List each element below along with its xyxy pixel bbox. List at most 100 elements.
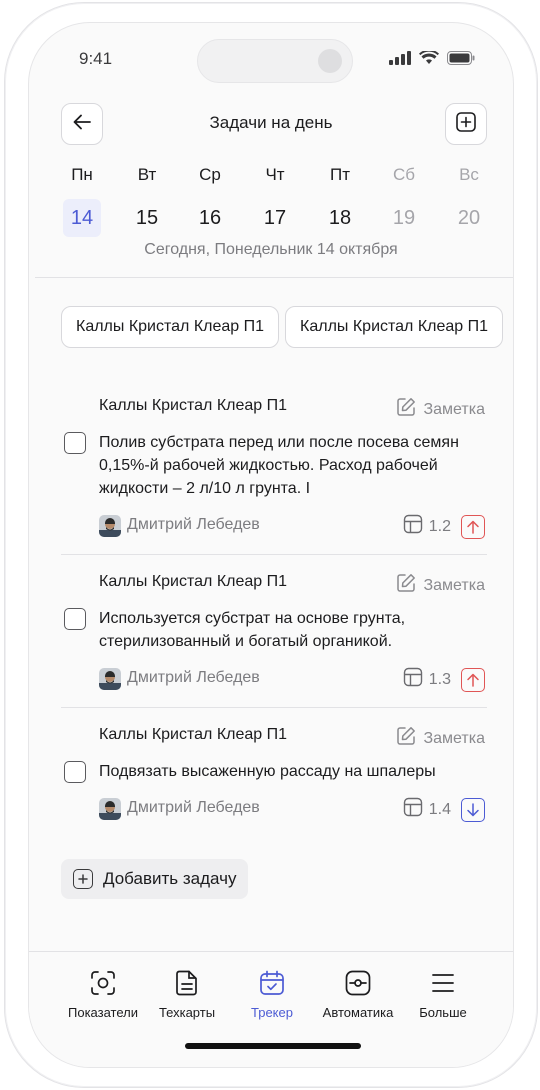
tab-automation[interactable]: Автоматика	[315, 970, 401, 1020]
task-item: Каллы Кристал Клеар П1 Заметка Полив суб…	[61, 383, 487, 555]
battery-icon	[447, 51, 475, 70]
day-number: 14	[63, 199, 101, 237]
task-header: Каллы Кристал Клеар П1 Заметка	[61, 726, 487, 750]
task-checkbox[interactable]	[64, 432, 86, 454]
day-wed[interactable]: Ср 16	[191, 165, 229, 237]
edit-icon	[396, 726, 416, 751]
task-text: Используется субстрат на основе грунта, …	[99, 610, 406, 650]
plus-icon	[73, 869, 93, 889]
day-name: Пн	[71, 165, 93, 184]
tab-bar: Показатели Техкарты Трекер Автоматика Бо…	[29, 951, 513, 1067]
camera-scan-icon	[90, 970, 116, 996]
page-title: Задачи на день	[209, 113, 333, 132]
wifi-icon	[419, 49, 439, 70]
tab-label: Техкарты	[158, 1005, 216, 1020]
grid-icon	[403, 667, 423, 692]
add-button[interactable]	[445, 103, 487, 145]
edit-icon	[396, 397, 416, 422]
tab-techcards[interactable]: Техкарты	[144, 970, 230, 1020]
add-task-button[interactable]: Добавить задачу	[61, 859, 249, 899]
status-time: 9:41	[79, 49, 113, 68]
task-checkbox[interactable]	[64, 761, 86, 783]
task-item: Каллы Кристал Клеар П1 Заметка Используе…	[61, 555, 487, 708]
step-number: 1.4	[428, 800, 451, 818]
step-number: 1.3	[428, 670, 451, 688]
status-bar: 9:41	[29, 23, 513, 93]
day-number: 17	[263, 207, 287, 229]
header: Задачи на день	[29, 101, 513, 151]
filter-chips: Каллы Кристал Клеар П1 Каллы Кристал Клеа…	[61, 306, 513, 348]
day-number: 18	[328, 207, 352, 229]
filter-chip[interactable]: Каллы Кристал Клеар П1	[61, 306, 280, 348]
arrow-up-icon[interactable]	[461, 667, 485, 692]
home-indicator	[185, 1043, 361, 1049]
task-text: Полив субстрата перед или после посева с…	[99, 434, 459, 497]
assignee-name: Дмитрий Лебедев	[127, 516, 260, 533]
status-icons	[389, 49, 475, 70]
day-mon[interactable]: Пн 14	[63, 165, 101, 237]
add-task-label: Добавить задачу	[103, 869, 237, 888]
tab-label: Больше	[419, 1005, 467, 1020]
day-number: 16	[198, 207, 222, 229]
day-sun[interactable]: Вс 20	[450, 165, 488, 237]
task-item: Каллы Кристал Клеар П1 Заметка Подвязать…	[61, 708, 487, 837]
task-meta: 1.3	[403, 667, 485, 692]
plus-square-icon	[456, 111, 476, 137]
day-sat[interactable]: Сб 19	[385, 165, 423, 237]
dynamic-island	[197, 39, 353, 83]
note-button[interactable]: Заметка	[396, 726, 485, 751]
divider	[35, 277, 513, 278]
assignee-name: Дмитрий Лебедев	[127, 669, 260, 686]
task-culture: Каллы Кристал Клеар П1	[99, 726, 288, 743]
day-fri[interactable]: Пт 18	[321, 165, 359, 237]
day-number: 20	[457, 207, 481, 229]
day-tue[interactable]: Вт 15	[128, 165, 166, 237]
task-meta: 1.4	[403, 797, 485, 822]
task-checkbox[interactable]	[64, 608, 86, 630]
document-icon	[174, 970, 200, 996]
task-culture: Каллы Кристал Клеар П1	[99, 573, 288, 590]
note-label: Заметка	[423, 576, 485, 594]
task-body: Используется субстрат на основе грунта, …	[61, 607, 487, 653]
task-body: Полив субстрата перед или после посева с…	[61, 431, 487, 500]
arrow-up-icon[interactable]	[461, 514, 485, 539]
today-label: Сегодня, Понедельник 14 октября	[144, 241, 398, 258]
day-name: Ср	[199, 165, 221, 184]
tab-tracker[interactable]: Трекер	[229, 970, 315, 1020]
filter-chip[interactable]: Каллы Кристал Клеар П1	[285, 306, 504, 348]
task-footer: Дмитрий Лебедев 1.2	[61, 514, 487, 540]
task-header: Каллы Кристал Клеар П1 Заметка	[61, 397, 487, 421]
phone-screen: 9:41 Задачи на день Пн 14 Вт 15 Ср 16 Чт…	[28, 22, 514, 1068]
task-text: Подвязать высаженную рассаду на шпалеры	[99, 763, 436, 780]
tab-label: Показатели	[68, 1005, 138, 1020]
tab-indicators[interactable]: Показатели	[60, 970, 146, 1020]
tab-label: Трекер	[251, 1005, 293, 1020]
task-list: Каллы Кристал Клеар П1 Заметка Полив суб…	[61, 383, 487, 837]
signal-icon	[389, 51, 411, 70]
tab-label: Автоматика	[322, 1005, 394, 1020]
day-name: Чт	[265, 165, 285, 184]
task-meta: 1.2	[403, 514, 485, 539]
day-name: Вт	[137, 165, 157, 184]
day-name: Вс	[459, 165, 479, 184]
tab-more[interactable]: Больше	[400, 970, 486, 1020]
edit-icon	[396, 573, 416, 598]
day-number: 19	[392, 207, 416, 229]
grid-icon	[403, 797, 423, 822]
day-name: Сб	[392, 165, 415, 184]
avatar	[99, 798, 121, 820]
task-body: Подвязать высаженную рассаду на шпалеры	[61, 760, 487, 783]
avatar	[99, 668, 121, 690]
step-number: 1.2	[428, 517, 451, 535]
day-thu[interactable]: Чт 17	[256, 165, 294, 237]
note-button[interactable]: Заметка	[396, 573, 485, 598]
note-label: Заметка	[423, 400, 485, 418]
task-culture: Каллы Кристал Клеар П1	[99, 397, 288, 414]
arrow-down-icon[interactable]	[461, 797, 485, 822]
task-footer: Дмитрий Лебедев 1.3	[61, 667, 487, 693]
grid-icon	[403, 514, 423, 539]
note-button[interactable]: Заметка	[396, 397, 485, 422]
menu-icon	[430, 970, 456, 996]
camera-dot	[318, 49, 342, 73]
automation-icon	[345, 970, 371, 996]
